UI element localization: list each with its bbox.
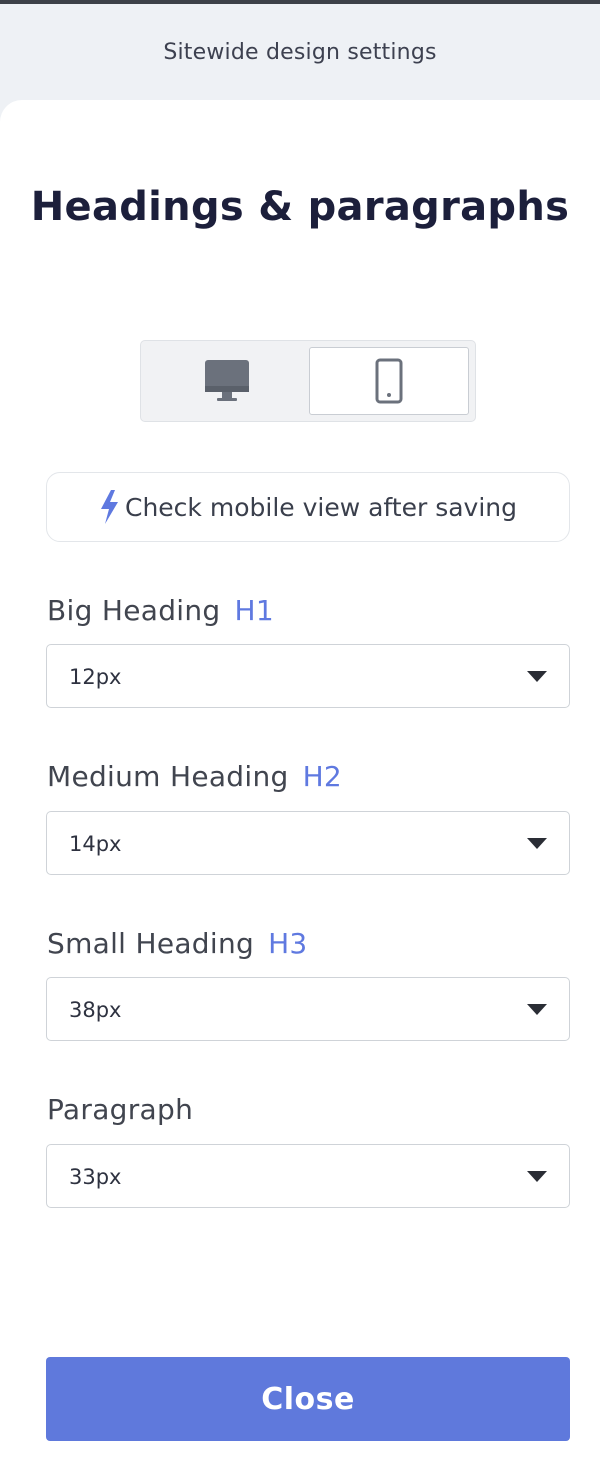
field-label-text: Big Heading <box>47 594 221 627</box>
header-title: Sitewide design settings <box>163 40 437 65</box>
field-tag: H1 <box>234 594 274 627</box>
panel-title: Headings & paragraphs <box>30 184 570 230</box>
field-tag: H2 <box>302 760 343 793</box>
medium-heading-label: Medium Heading H2 <box>47 760 342 793</box>
field-tag: H3 <box>268 927 308 960</box>
desktop-icon <box>205 360 249 401</box>
field-label-text: Paragraph <box>47 1093 194 1126</box>
select-value: 14px <box>69 832 122 856</box>
close-button[interactable]: Close <box>46 1357 570 1441</box>
select-value: 33px <box>69 1165 122 1189</box>
chevron-down-icon <box>527 1004 547 1015</box>
paragraph-size-select[interactable]: 33px <box>46 1144 570 1208</box>
big-heading-label: Big Heading H1 <box>47 594 274 627</box>
select-value: 12px <box>69 665 122 689</box>
chevron-down-icon <box>527 838 547 849</box>
small-heading-size-select[interactable]: 38px <box>46 977 570 1041</box>
mobile-view-notice: Check mobile view after saving <box>46 472 570 542</box>
mobile-view-button[interactable] <box>309 347 469 415</box>
notice-text: Check mobile view after saving <box>125 492 517 522</box>
small-heading-label: Small Heading H3 <box>47 927 308 960</box>
select-value: 38px <box>69 998 122 1022</box>
chevron-down-icon <box>527 1171 547 1182</box>
chevron-down-icon <box>527 671 547 682</box>
device-toggle <box>140 340 476 422</box>
paragraph-label: Paragraph <box>47 1093 193 1126</box>
mobile-icon <box>375 358 403 404</box>
desktop-view-button[interactable] <box>147 347 307 415</box>
big-heading-size-select[interactable]: 12px <box>46 644 570 708</box>
field-label-text: Small Heading <box>47 927 255 960</box>
field-label-text: Medium Heading <box>47 760 289 793</box>
settings-panel: Headings & paragraphs Check mobile view … <box>0 100 600 1464</box>
medium-heading-size-select[interactable]: 14px <box>46 811 570 875</box>
header: Sitewide design settings <box>0 4 600 100</box>
lightning-icon <box>101 490 118 524</box>
